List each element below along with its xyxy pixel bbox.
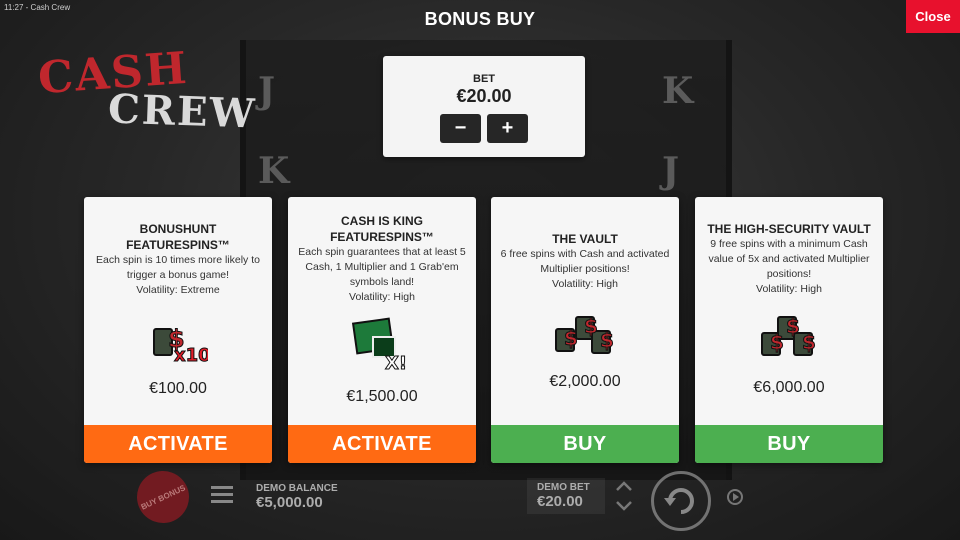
- cash-king-icon: X!: [288, 315, 476, 373]
- card-price: €2,000.00: [549, 373, 621, 390]
- svg-text:$: $: [584, 314, 598, 338]
- bonus-card-high-security-vault: THE HIGH-SECURITY VAULT 9 free spins wit…: [695, 197, 883, 463]
- logo-line-2: CREW: [107, 85, 258, 138]
- card-description: 9 free spins with a minimum Cash value o…: [708, 238, 870, 280]
- decrease-bet-button[interactable]: −: [440, 114, 481, 143]
- high-security-vault-icon: $ $ $: [695, 311, 883, 363]
- card-price: €6,000.00: [753, 379, 825, 396]
- bet-value: €20.00: [456, 86, 512, 106]
- demo-balance-value: €5,000.00: [256, 494, 323, 511]
- activate-button[interactable]: ACTIVATE: [288, 425, 476, 463]
- card-volatility: Volatility: Extreme: [136, 284, 220, 296]
- activate-button[interactable]: ACTIVATE: [84, 425, 272, 463]
- demo-bet-value: €20.00: [537, 493, 583, 510]
- card-title: CASH IS KING FEATURESPINS™: [330, 214, 434, 244]
- svg-text:x10: x10: [174, 345, 208, 366]
- bet-label: BET: [473, 73, 495, 85]
- menu-icon[interactable]: [211, 486, 233, 504]
- bonus-card-bonushunt: BONUSHUNT FEATURESPINS™ Each spin is 10 …: [84, 197, 272, 463]
- game-logo: CASH CREW: [36, 43, 257, 144]
- card-title: THE HIGH-SECURITY VAULT: [707, 222, 871, 236]
- bonus-card-the-vault: THE VAULT 6 free spins with Cash and act…: [491, 197, 679, 463]
- spin-button[interactable]: [651, 471, 711, 531]
- card-description: Each spin guarantees that at least 5 Cas…: [298, 246, 466, 288]
- card-description: Each spin is 10 times more likely to tri…: [96, 254, 260, 281]
- autoplay-icon[interactable]: [726, 488, 744, 506]
- cash-x10-icon: $ x10: [84, 315, 272, 369]
- svg-text:$: $: [770, 330, 784, 354]
- card-volatility: Volatility: High: [552, 278, 618, 290]
- card-volatility: Volatility: High: [756, 283, 822, 295]
- bonus-card-cash-is-king: CASH IS KING FEATURESPINS™ Each spin gua…: [288, 197, 476, 463]
- svg-text:$: $: [786, 314, 800, 338]
- svg-text:$: $: [600, 328, 614, 352]
- card-price: €1,500.00: [346, 388, 418, 405]
- card-price: €100.00: [149, 380, 207, 397]
- buy-button[interactable]: BUY: [695, 425, 883, 463]
- svg-text:$: $: [564, 326, 578, 350]
- dialog-title: BONUS BUY: [424, 9, 536, 29]
- card-title: THE VAULT: [552, 232, 618, 246]
- card-title: BONUSHUNT FEATURESPINS™: [126, 222, 230, 252]
- close-button[interactable]: Close: [906, 0, 960, 33]
- demo-bet-label: DEMO BET: [537, 482, 590, 493]
- svg-text:$: $: [802, 330, 816, 354]
- demo-bet: DEMO BET €20.00: [527, 478, 605, 514]
- card-description: 6 free spins with Cash and activated Mul…: [500, 248, 670, 275]
- increase-bet-button[interactable]: +: [487, 114, 528, 143]
- vault-cash-icon: $ $ $: [491, 307, 679, 357]
- demo-balance: DEMO BALANCE €5,000.00: [256, 483, 338, 511]
- demo-balance-label: DEMO BALANCE: [256, 483, 338, 494]
- bet-panel: BET €20.00 − +: [383, 56, 585, 157]
- svg-text:X!: X!: [385, 353, 407, 373]
- buy-button[interactable]: BUY: [491, 425, 679, 463]
- card-volatility: Volatility: High: [349, 291, 415, 303]
- bet-arrows-icon[interactable]: [612, 478, 636, 514]
